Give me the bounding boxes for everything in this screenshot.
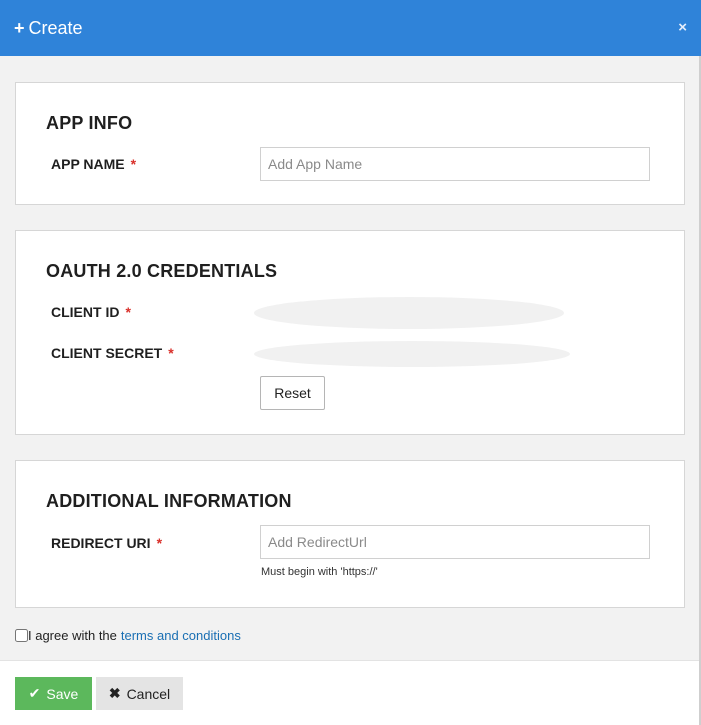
redirect-uri-hint: Must begin with 'https://' (261, 566, 378, 578)
save-label: Save (46, 685, 79, 702)
modal-title-group: + Create (14, 18, 83, 39)
required-marker: * (130, 156, 137, 172)
agreement-row: I agree with the terms and conditions (15, 628, 241, 643)
additional-info-panel: ADDITIONAL INFORMATION REDIRECT URI * Mus… (15, 460, 685, 608)
plus-icon: + (14, 18, 25, 38)
required-marker: * (168, 345, 174, 361)
cancel-button[interactable]: ✖ Cancel (96, 677, 183, 710)
app-name-label: APP NAME * (51, 156, 136, 172)
app-info-title: APP INFO (46, 113, 133, 133)
check-icon: ✔ (28, 685, 41, 701)
agreement-text: I agree with the (28, 628, 117, 643)
agree-checkbox[interactable] (15, 629, 28, 642)
client-secret-label: CLIENT SECRET * (51, 345, 174, 361)
client-id-label: CLIENT ID * (51, 304, 131, 320)
save-button[interactable]: ✔ Save (15, 677, 92, 710)
oauth-title: OAUTH 2.0 CREDENTIALS (46, 261, 278, 281)
redirect-uri-input[interactable] (260, 525, 650, 559)
redirect-uri-label-text: REDIRECT URI (51, 535, 151, 551)
app-name-input[interactable] (260, 147, 650, 181)
cancel-label: Cancel (126, 685, 171, 702)
modal-header: + Create × (0, 0, 701, 56)
client-id-redacted (254, 297, 564, 329)
app-name-label-text: APP NAME (51, 156, 125, 172)
terms-link[interactable]: terms and conditions (121, 628, 241, 643)
required-marker: * (125, 304, 131, 320)
reset-button[interactable]: Reset (260, 376, 325, 410)
client-id-label-text: CLIENT ID (51, 304, 120, 320)
x-icon: ✖ (108, 685, 121, 701)
modal-title: Create (28, 17, 83, 38)
client-secret-label-text: CLIENT SECRET (51, 345, 163, 361)
modal-body: APP INFO APP NAME * OAUTH 2.0 CREDENTIALS… (0, 56, 701, 660)
client-secret-redacted (254, 341, 570, 367)
close-icon[interactable]: × (678, 20, 687, 35)
oauth-panel: OAUTH 2.0 CREDENTIALS CLIENT ID * CLIENT … (15, 230, 685, 435)
app-info-panel: APP INFO APP NAME * (15, 82, 685, 205)
redirect-uri-label: REDIRECT URI * (51, 535, 162, 551)
modal-footer: ✔ Save ✖ Cancel (0, 660, 701, 725)
additional-info-title: ADDITIONAL INFORMATION (46, 491, 292, 511)
required-marker: * (156, 535, 163, 551)
